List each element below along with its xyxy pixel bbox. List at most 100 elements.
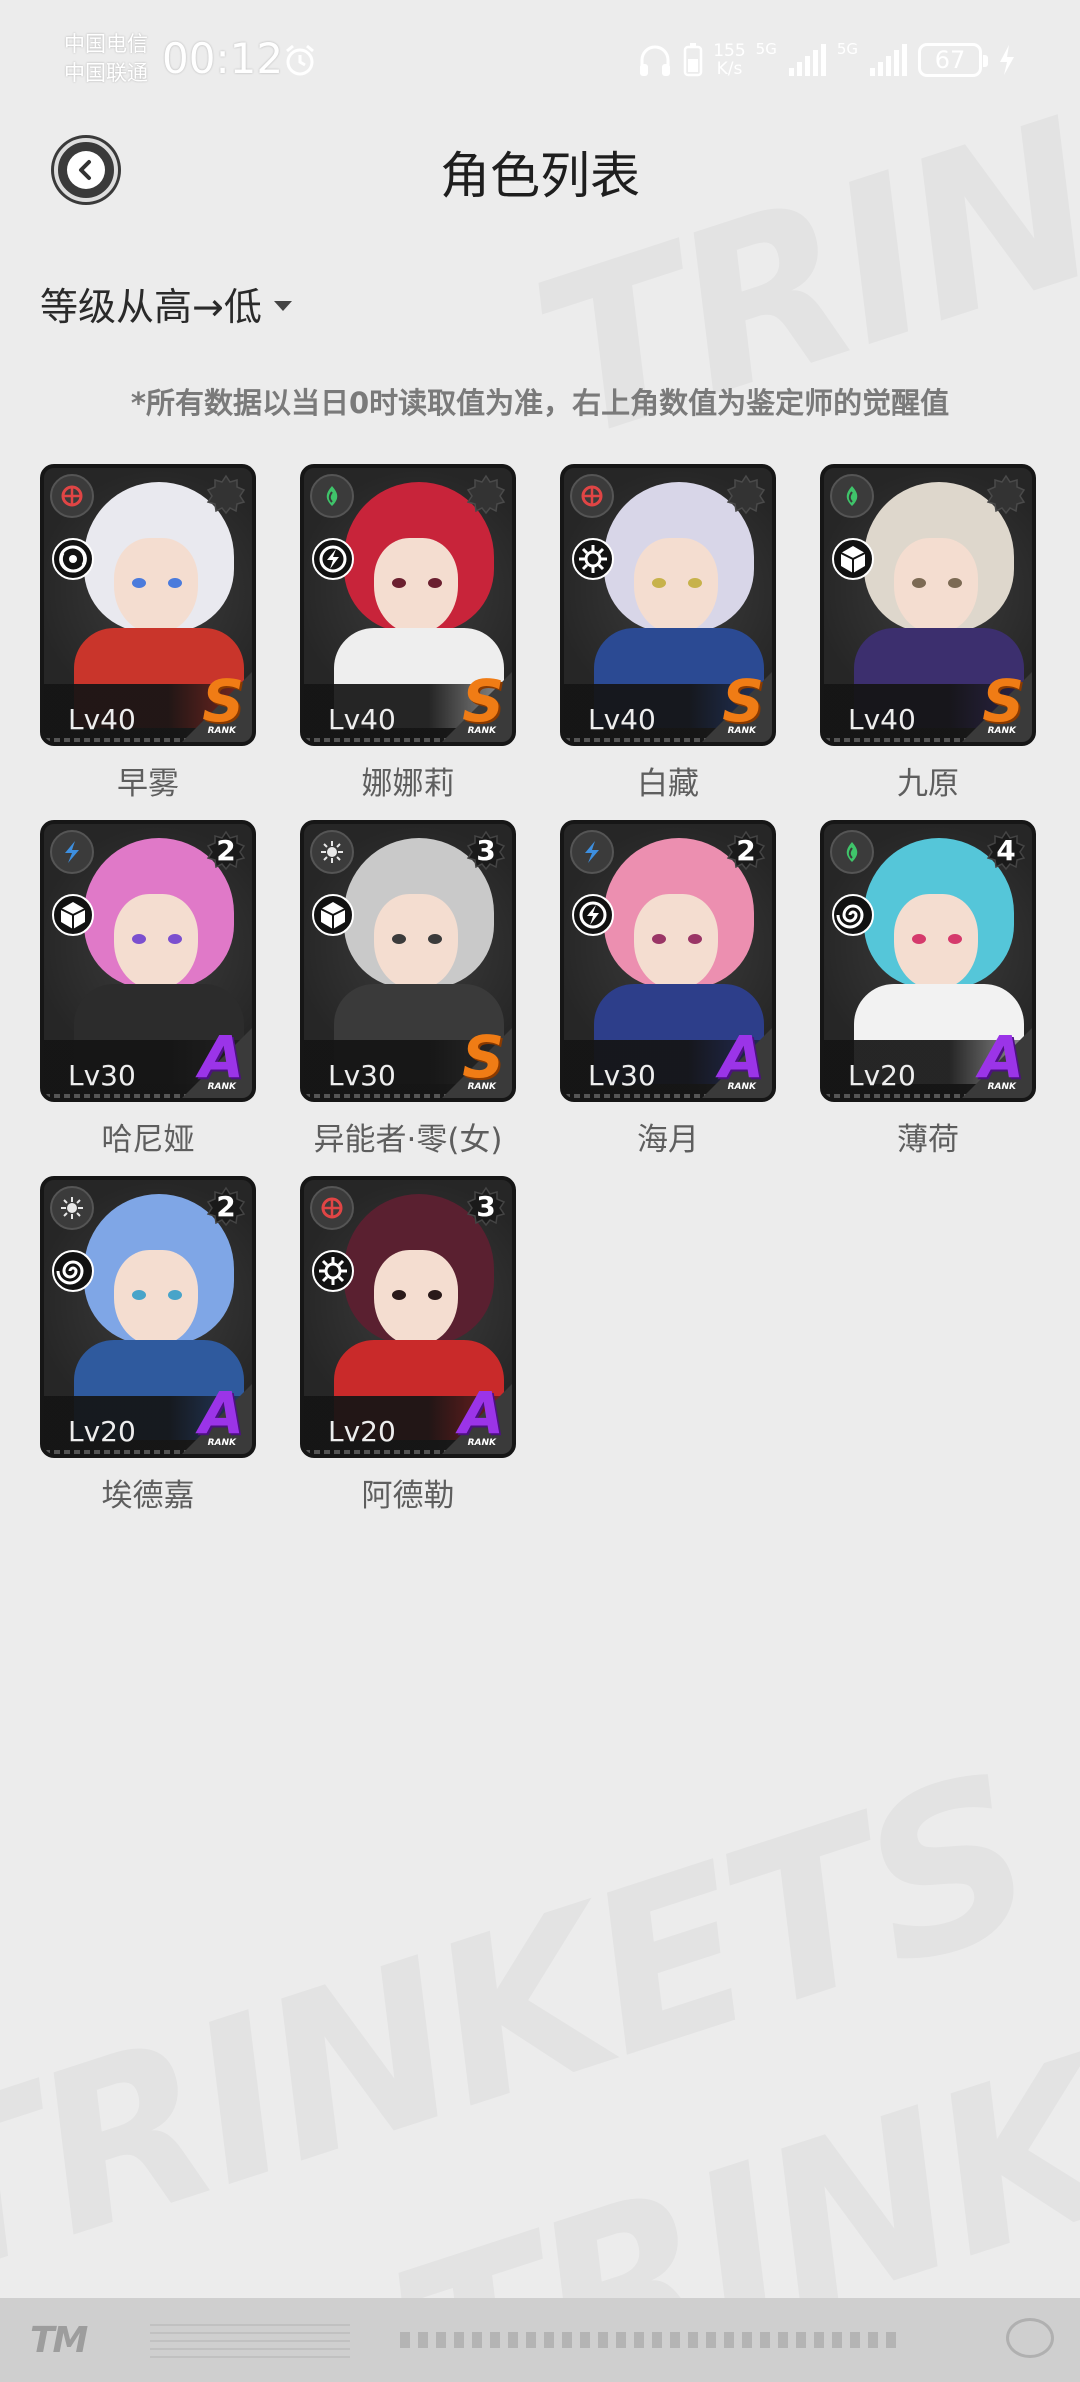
- rank-letter: S: [202, 667, 244, 735]
- rank-letter: A: [979, 1023, 1024, 1091]
- rank-letter: S: [462, 1023, 504, 1091]
- carrier-labels: 中国电信 中国联通: [64, 30, 148, 88]
- sort-dropdown[interactable]: 等级从高→低: [40, 276, 292, 331]
- character-card[interactable]: 2 Lv30 A RANK 哈尼娅: [40, 820, 260, 1159]
- rank-word: RANK: [467, 726, 496, 736]
- card-footer: Lv30 A RANK: [564, 1028, 772, 1098]
- character-level: Lv40: [588, 703, 656, 736]
- rank-word: RANK: [727, 1082, 756, 1092]
- rank-badge: S RANK: [180, 667, 246, 736]
- character-card[interactable]: 3 Lv30 S RANK 异能者·零(女): [300, 820, 520, 1159]
- character-portrait-card[interactable]: 4 Lv20 A RANK: [820, 820, 1036, 1102]
- carrier-1: 中国电信: [64, 32, 148, 56]
- rank-letter: A: [719, 1023, 764, 1091]
- character-name: 娜娜莉: [361, 766, 455, 802]
- charging-bolt-icon: [1000, 45, 1014, 75]
- card-footer: Lv40 S RANK: [304, 672, 512, 742]
- character-name: 阿德勒: [361, 1478, 455, 1514]
- character-portrait-card[interactable]: 2 Lv30 A RANK: [40, 820, 256, 1102]
- rank-badge: S RANK: [440, 667, 506, 736]
- character-portrait-card[interactable]: 3 Lv20 A RANK: [300, 1176, 516, 1458]
- decorative-arrows: [400, 2332, 900, 2348]
- awaken-badge: 2: [726, 830, 766, 870]
- character-portrait-card[interactable]: 2 Lv30 A RANK: [560, 820, 776, 1102]
- character-name: 早雾: [117, 766, 179, 802]
- card-footer: Lv20 A RANK: [824, 1028, 1032, 1098]
- signal-bars-icon: [870, 44, 907, 76]
- awaken-value: 2: [216, 1189, 236, 1223]
- character-card[interactable]: Lv40 S RANK 白藏: [560, 464, 780, 803]
- rank-word: RANK: [987, 726, 1016, 736]
- character-level: Lv30: [328, 1059, 396, 1092]
- gear-badge-icon: [986, 474, 1026, 514]
- character-portrait-card[interactable]: Lv40 S RANK: [560, 464, 776, 746]
- character-level: Lv20: [848, 1059, 916, 1092]
- element-fire-icon: [310, 1186, 354, 1230]
- device-battery-icon: [683, 43, 703, 77]
- awaken-value: 3: [476, 1189, 496, 1223]
- card-footer: Lv30 S RANK: [304, 1028, 512, 1098]
- class-cube-icon: [312, 894, 354, 936]
- signal-type-1: 5G: [755, 40, 777, 58]
- card-footer: Lv30 A RANK: [44, 1028, 252, 1098]
- rank-word: RANK: [207, 1438, 236, 1448]
- character-card[interactable]: 2 Lv20 A RANK 埃德嘉: [40, 1176, 260, 1515]
- class-spiral-icon: [832, 894, 874, 936]
- awaken-value: 4: [996, 833, 1016, 867]
- character-level: Lv20: [328, 1415, 396, 1448]
- rank-word: RANK: [727, 726, 756, 736]
- character-name: 哈尼娅: [101, 1122, 195, 1158]
- character-portrait-card[interactable]: Lv40 S RANK: [820, 464, 1036, 746]
- class-gear-icon: [312, 1250, 354, 1292]
- character-card[interactable]: Lv40 S RANK 早雾: [40, 464, 260, 803]
- awaken-badge: 2: [206, 830, 246, 870]
- character-card[interactable]: 2 Lv30 A RANK 海月: [560, 820, 780, 1159]
- character-portrait-card[interactable]: 3 Lv30 S RANK: [300, 820, 516, 1102]
- awaken-value: 2: [736, 833, 756, 867]
- awaken-badge-empty: [206, 474, 246, 514]
- rank-badge: A RANK: [700, 1023, 766, 1092]
- character-level: Lv30: [588, 1059, 656, 1092]
- awaken-value: 3: [476, 833, 496, 867]
- rank-word: RANK: [207, 726, 236, 736]
- card-footer: Lv40 S RANK: [44, 672, 252, 742]
- decorative-text-lines: [150, 2322, 350, 2358]
- rank-badge: S RANK: [960, 667, 1026, 736]
- character-card[interactable]: Lv40 S RANK 九原: [820, 464, 1040, 803]
- rank-word: RANK: [467, 1438, 496, 1448]
- character-portrait-card[interactable]: 2 Lv20 A RANK: [40, 1176, 256, 1458]
- rank-badge: A RANK: [960, 1023, 1026, 1092]
- rank-letter: A: [199, 1379, 244, 1447]
- character-portrait-card[interactable]: Lv40 S RANK: [300, 464, 516, 746]
- card-footer: Lv40 S RANK: [564, 672, 772, 742]
- element-fire-icon: [50, 474, 94, 518]
- rank-word: RANK: [987, 1082, 1016, 1092]
- character-name: 白藏: [637, 766, 699, 802]
- status-bar: 中国电信 中国联通 00:12 155 K/s 5G 5G 67: [0, 0, 1080, 120]
- net-speed-value: 155: [713, 41, 746, 61]
- character-name: 异能者·零(女): [313, 1122, 503, 1158]
- awaken-badge: 4: [986, 830, 1026, 870]
- background-watermark: TRINKETS: [0, 1726, 1058, 2330]
- card-footer: Lv20 A RANK: [44, 1384, 252, 1454]
- brand-logo-icon: TM: [30, 2320, 88, 2361]
- character-card[interactable]: 3 Lv20 A RANK 阿德勒: [300, 1176, 520, 1515]
- element-wind-icon: [310, 474, 354, 518]
- rank-badge: A RANK: [180, 1379, 246, 1448]
- gear-badge-icon: [466, 474, 506, 514]
- rank-word: RANK: [467, 1082, 496, 1092]
- gear-badge-icon: [206, 474, 246, 514]
- character-name: 九原: [897, 766, 959, 802]
- character-portrait-card[interactable]: Lv40 S RANK: [40, 464, 256, 746]
- character-card[interactable]: Lv40 S RANK 娜娜莉: [300, 464, 520, 803]
- class-lightning-icon: [572, 894, 614, 936]
- rank-letter: S: [462, 667, 504, 735]
- rank-letter: A: [199, 1023, 244, 1091]
- rank-letter: S: [982, 667, 1024, 735]
- character-card[interactable]: 4 Lv20 A RANK 薄荷: [820, 820, 1040, 1159]
- element-water-icon: [50, 830, 94, 874]
- bottom-decoration-bar: TM: [0, 2298, 1080, 2382]
- data-notice: *所有数据以当日0时读取值为准，右上角数值为鉴定师的觉醒值: [130, 386, 950, 420]
- sort-label: 等级从高→低: [40, 285, 262, 329]
- character-name: 薄荷: [897, 1122, 959, 1158]
